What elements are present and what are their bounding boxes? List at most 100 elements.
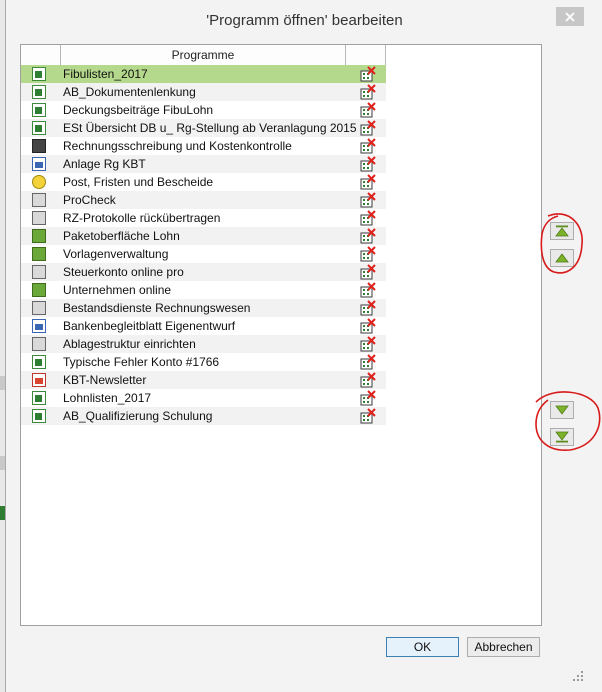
program-label: Deckungsbeiträge FibuLohn	[63, 103, 214, 117]
program-label: Post, Fristen und Bescheide	[63, 175, 214, 189]
dialog-title: 'Programm öffnen' bearbeiten	[206, 12, 403, 29]
remove-program-icon[interactable]	[360, 174, 376, 190]
program-label: Rechnungsschreibung und Kostenkontrolle	[63, 139, 292, 153]
remove-program-icon[interactable]	[360, 138, 376, 154]
remove-program-icon[interactable]	[360, 66, 376, 82]
list-item[interactable]: Unternehmen online	[21, 281, 386, 299]
list-item[interactable]: Rechnungsschreibung und Kostenkontrolle	[21, 137, 386, 155]
list-item[interactable]: Post, Fristen und Bescheide	[21, 173, 386, 191]
list-header: Programme	[21, 45, 386, 66]
program-label: AB_Qualifizierung Schulung	[63, 409, 213, 423]
remove-program-icon[interactable]	[360, 210, 376, 226]
arrow-up-icon	[555, 253, 569, 263]
folder-icon	[32, 337, 46, 351]
remove-program-icon[interactable]	[360, 102, 376, 118]
move-to-top-button[interactable]	[550, 222, 574, 240]
annotation-circle-up	[540, 213, 583, 274]
remove-program-icon[interactable]	[360, 228, 376, 244]
move-down-button[interactable]	[550, 401, 574, 419]
edit-programs-dialog: 'Programm öffnen' bearbeiten Programme F…	[5, 0, 602, 692]
remove-program-icon[interactable]	[360, 84, 376, 100]
resize-grip-icon[interactable]	[572, 670, 584, 682]
programs-list[interactable]: Programme Fibulisten_2017 AB_Dokumentenle…	[20, 44, 542, 626]
close-icon	[565, 11, 575, 22]
list-item[interactable]: Deckungsbeiträge FibuLohn	[21, 101, 386, 119]
transfer-icon	[32, 211, 46, 225]
excel-icon	[32, 409, 46, 423]
remove-program-icon[interactable]	[360, 264, 376, 280]
header-icon-column	[21, 45, 61, 65]
list-item[interactable]: Bestandsdienste Rechnungswesen	[21, 299, 386, 317]
header-programs-column[interactable]: Programme	[61, 45, 346, 65]
move-to-bottom-button[interactable]	[550, 428, 574, 446]
program-label: Bankenbegleitblatt Eigenentwurf	[63, 319, 236, 333]
excel-icon	[32, 355, 46, 369]
remove-program-icon[interactable]	[360, 408, 376, 424]
remove-program-icon[interactable]	[360, 318, 376, 334]
remove-program-icon[interactable]	[360, 372, 376, 388]
pdf-icon	[32, 373, 46, 387]
list-item[interactable]: Vorlagenverwaltung	[21, 245, 386, 263]
remove-program-icon[interactable]	[360, 354, 376, 370]
remove-program-icon[interactable]	[360, 246, 376, 262]
list-item[interactable]: AB_Qualifizierung Schulung	[21, 407, 386, 425]
tax-account-icon	[32, 265, 46, 279]
cancel-button[interactable]: Abbrechen	[467, 637, 540, 657]
excel-icon	[32, 121, 46, 135]
list-rows: Fibulisten_2017 AB_Dokumentenlenkung Decku…	[21, 65, 386, 425]
list-item[interactable]: Steuerkonto online pro	[21, 263, 386, 281]
program-label: Typische Fehler Konto #1766	[63, 355, 220, 369]
program-label: Ablagestruktur einrichten	[63, 337, 196, 351]
remove-program-icon[interactable]	[360, 300, 376, 316]
list-item[interactable]: Bankenbegleitblatt Eigenentwurf	[21, 317, 386, 335]
checklist-icon	[32, 193, 46, 207]
list-item[interactable]: AB_Dokumentenlenkung	[21, 83, 386, 101]
remove-program-icon[interactable]	[360, 390, 376, 406]
remove-program-icon[interactable]	[360, 192, 376, 208]
list-item[interactable]: Typische Fehler Konto #1766	[21, 353, 386, 371]
excel-icon	[32, 67, 46, 81]
word-icon	[32, 319, 46, 333]
program-label: Paketoberfläche Lohn	[63, 229, 180, 243]
list-item[interactable]: Lohnlisten_2017	[21, 389, 386, 407]
move-up-button[interactable]	[550, 249, 574, 267]
remove-program-icon[interactable]	[360, 282, 376, 298]
list-item[interactable]: Ablagestruktur einrichten	[21, 335, 386, 353]
close-button[interactable]	[556, 7, 584, 26]
program-label: KBT-Newsletter	[63, 373, 147, 387]
list-item[interactable]: RZ-Protokolle rückübertragen	[21, 209, 386, 227]
list-item[interactable]: ESt Übersicht DB u_ Rg-Stellung ab Veran…	[21, 119, 386, 137]
chart-icon	[32, 301, 46, 315]
program-label: Lohnlisten_2017	[63, 391, 152, 405]
company-online-icon	[32, 283, 46, 297]
header-delete-column	[346, 45, 386, 65]
title-bar: 'Programm öffnen' bearbeiten	[6, 0, 602, 38]
list-item[interactable]: Fibulisten_2017	[21, 65, 386, 83]
invoice-icon	[32, 139, 46, 153]
excel-icon	[32, 391, 46, 405]
ok-button[interactable]: OK	[386, 637, 459, 657]
program-label: Steuerkonto online pro	[63, 265, 184, 279]
program-label: Vorlagenverwaltung	[63, 247, 169, 261]
remove-program-icon[interactable]	[360, 120, 376, 136]
list-item[interactable]: KBT-Newsletter	[21, 371, 386, 389]
program-label: AB_Dokumentenlenkung	[63, 85, 196, 99]
program-label: Fibulisten_2017	[63, 67, 148, 81]
list-item[interactable]: Anlage Rg KBT	[21, 155, 386, 173]
list-item[interactable]: Paketoberfläche Lohn	[21, 227, 386, 245]
program-label: ProCheck	[63, 193, 116, 207]
excel-icon	[32, 85, 46, 99]
word-icon	[32, 157, 46, 171]
post-icon	[32, 175, 46, 189]
excel-icon	[32, 103, 46, 117]
move-to-bottom-icon	[555, 431, 569, 443]
program-label: Unternehmen online	[63, 283, 172, 297]
list-item[interactable]: ProCheck	[21, 191, 386, 209]
move-to-top-icon	[555, 225, 569, 237]
program-label: ESt Übersicht DB u_ Rg-Stellung ab Veran…	[63, 121, 357, 135]
remove-program-icon[interactable]	[360, 336, 376, 352]
program-label: Anlage Rg KBT	[63, 157, 146, 171]
program-label: Bestandsdienste Rechnungswesen	[63, 301, 251, 315]
remove-program-icon[interactable]	[360, 156, 376, 172]
program-label: RZ-Protokolle rückübertragen	[63, 211, 221, 225]
